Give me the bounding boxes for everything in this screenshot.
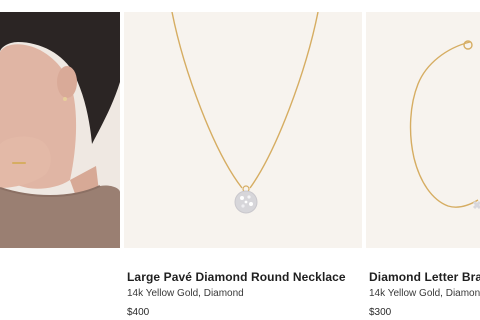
product-material: 14k Yellow Gold, Diamond	[127, 288, 244, 299]
product-card-necklace[interactable]: Large Pavé Diamond Round Necklace 14k Ye…	[124, 12, 362, 318]
lifestyle-photo[interactable]	[0, 12, 120, 248]
product-title[interactable]: Large Pavé Diamond Round Necklace	[127, 270, 346, 284]
model-portrait-image	[0, 12, 120, 248]
product-image[interactable]	[124, 12, 362, 248]
product-card-lifestyle[interactable]	[0, 12, 120, 248]
product-image[interactable]	[366, 12, 480, 248]
product-card-bracelet[interactable]: Diamond Letter Bracel 14k Yellow Gold, D…	[366, 12, 480, 318]
bracelet-image	[366, 12, 480, 248]
necklace-image	[124, 12, 362, 248]
product-price: $400	[127, 307, 150, 318]
product-material: 14k Yellow Gold, Diamond	[369, 288, 480, 299]
product-title[interactable]: Diamond Letter Bracel	[369, 270, 480, 284]
product-price: $300	[369, 307, 392, 318]
